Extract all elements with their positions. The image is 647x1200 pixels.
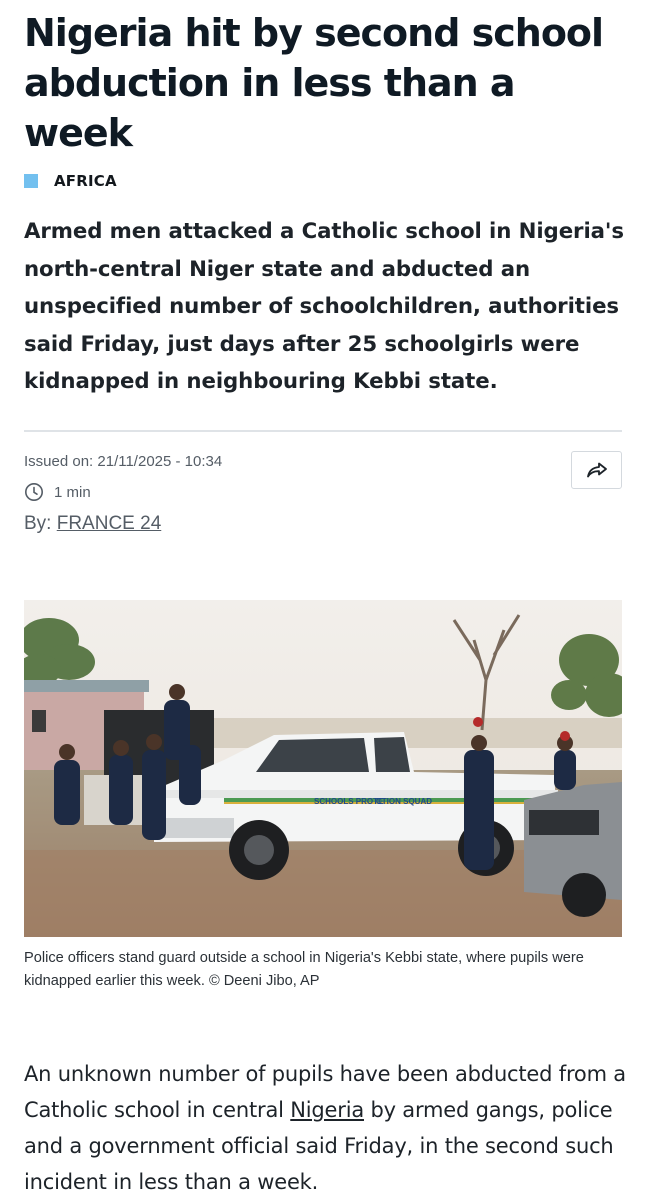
article-headline: Nigeria hit by second school abduction i…	[24, 11, 604, 155]
share-icon	[586, 462, 607, 478]
share-button[interactable]	[571, 451, 622, 489]
vehicle-text-left: SCHOOLS PROTE	[314, 797, 384, 806]
byline: By: FRANCE 24	[24, 513, 161, 535]
article-body-paragraph: An unknown number of pupils have been ab…	[24, 1056, 634, 1200]
police-vehicles-photo: SCHOOLS PROTE CTION SQUAD	[24, 600, 622, 937]
clock-icon	[25, 483, 43, 501]
vehicle-text-right: CTION SQUAD	[376, 797, 432, 806]
category-tag[interactable]: AFRICA	[24, 172, 117, 190]
article-photo: SCHOOLS PROTE CTION SQUAD	[24, 600, 622, 937]
photo-caption: Police officers stand guard outside a sc…	[24, 950, 584, 989]
issued-date: Issued on: 21/11/2025 - 10:34	[24, 453, 223, 470]
byline-author-link[interactable]: FRANCE 24	[57, 513, 162, 534]
category-label[interactable]: AFRICA	[54, 172, 117, 190]
category-marker	[24, 174, 38, 188]
nigeria-link[interactable]: Nigeria	[290, 1098, 364, 1122]
reading-time-label: 1 min	[54, 483, 91, 501]
byline-prefix: By:	[24, 513, 57, 534]
reading-time: 1 min	[24, 482, 91, 502]
article-lead: Armed men attacked a Catholic school in …	[24, 219, 624, 394]
divider	[24, 430, 622, 432]
